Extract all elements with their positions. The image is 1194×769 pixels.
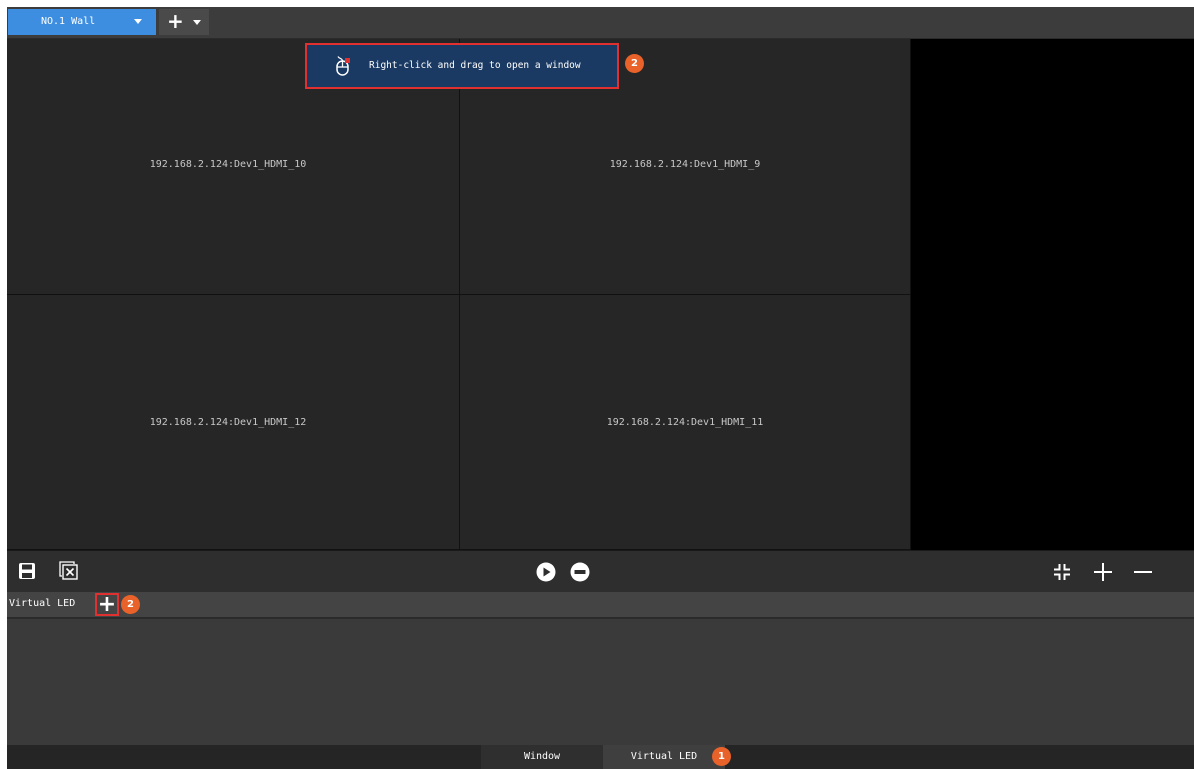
wall-window-label: 192.168.2.124:Dev1_HDMI_10 bbox=[149, 159, 307, 170]
add-wall-button[interactable]: + bbox=[159, 9, 209, 35]
add-wall-plus-icon: + bbox=[167, 9, 184, 33]
virtual-led-header: Virtual LED + 2 bbox=[7, 592, 1194, 618]
wall-window-3[interactable]: 192.168.2.124:Dev1_HDMI_12 bbox=[7, 295, 460, 550]
save-icon[interactable] bbox=[18, 562, 36, 584]
close-all-icon[interactable] bbox=[59, 561, 79, 585]
zoom-in-icon[interactable] bbox=[1093, 562, 1113, 586]
tab-window[interactable]: Window bbox=[481, 745, 603, 769]
drag-hint-text: Right-click and drag to open a window bbox=[369, 60, 581, 71]
wall-toolbar bbox=[7, 550, 1194, 592]
mouse-icon bbox=[335, 56, 351, 79]
zoom-out-icon[interactable] bbox=[1133, 562, 1153, 586]
drag-hint-tooltip: Right-click and drag to open a window bbox=[305, 43, 619, 89]
wall-tab[interactable]: NO.1 Wall bbox=[8, 9, 156, 35]
step-badge-2: 2 bbox=[625, 54, 644, 73]
wall-window-label: 192.168.2.124:Dev1_HDMI_9 bbox=[609, 159, 761, 170]
virtual-led-label: Virtual LED bbox=[9, 598, 76, 609]
play-icon[interactable] bbox=[536, 562, 556, 586]
step-badge-1: 1 bbox=[712, 747, 731, 766]
video-wall-canvas[interactable]: 192.168.2.124:Dev1_HDMI_10 192.168.2.124… bbox=[7, 39, 911, 550]
wall-window-label: 192.168.2.124:Dev1_HDMI_11 bbox=[606, 416, 764, 428]
wall-tab-bar: NO.1 Wall + bbox=[7, 7, 1194, 38]
step-badge-2: 2 bbox=[121, 595, 140, 614]
tab-virtual-led[interactable]: Virtual LED bbox=[603, 745, 725, 769]
wall-window-label: 192.168.2.124:Dev1_HDMI_12 bbox=[149, 416, 307, 428]
wall-tab-dropdown-icon[interactable] bbox=[134, 19, 142, 24]
wall-window-4[interactable]: 192.168.2.124:Dev1_HDMI_11 bbox=[460, 295, 911, 550]
add-virtual-led-button[interactable]: + bbox=[95, 593, 119, 616]
wall-tab-label: NO.1 Wall bbox=[41, 16, 96, 27]
app-window: NO.1 Wall + 192.168.2.124:Dev1_HDMI_10 1… bbox=[7, 7, 1194, 769]
stop-icon[interactable] bbox=[570, 562, 590, 586]
wall-empty-area[interactable] bbox=[911, 39, 1194, 550]
add-wall-dropdown-icon[interactable] bbox=[193, 20, 201, 25]
virtual-led-list[interactable] bbox=[7, 619, 1194, 745]
fit-icon[interactable] bbox=[1053, 563, 1071, 585]
bottom-tab-bar: Window Virtual LED 1 bbox=[7, 745, 1194, 769]
